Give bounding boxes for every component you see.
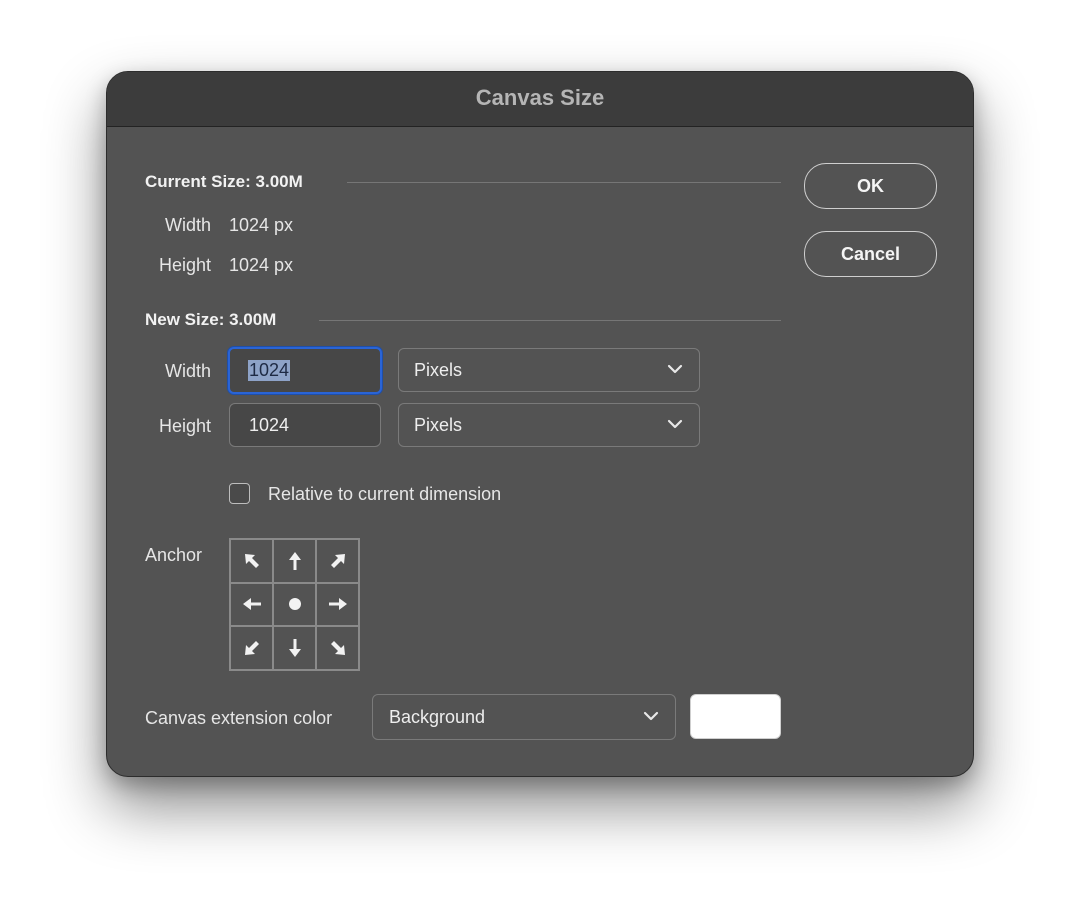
cancel-button[interactable]: Cancel xyxy=(804,231,937,277)
arrow-right-icon xyxy=(328,598,347,611)
width-unit-value: Pixels xyxy=(414,359,463,380)
anchor-grid xyxy=(229,538,360,671)
current-height-value: 1024 px xyxy=(229,255,294,275)
new-size-divider xyxy=(319,320,781,321)
color-swatch[interactable] xyxy=(690,694,781,739)
anchor-bottom[interactable] xyxy=(273,626,316,670)
relative-checkbox-label[interactable]: Relative to current dimension xyxy=(268,484,501,505)
anchor-top-right[interactable] xyxy=(316,539,359,583)
new-height-label: Height xyxy=(158,416,211,436)
current-height-label: Height xyxy=(158,255,211,275)
height-unit-select[interactable]: Pixels xyxy=(398,403,700,447)
chevron-down-icon xyxy=(667,364,683,374)
arrow-down-right-icon xyxy=(330,641,345,656)
current-width-label: Width xyxy=(164,215,211,235)
dot-icon xyxy=(288,598,301,611)
chevron-down-icon xyxy=(643,711,659,721)
canvas-size-dialog: Canvas Size Current Size: 3.00M Width 10… xyxy=(106,71,974,777)
relative-checkbox[interactable] xyxy=(229,483,250,504)
anchor-label: Anchor xyxy=(145,545,203,565)
arrow-up-icon xyxy=(288,551,301,570)
extension-color-label: Canvas extension color xyxy=(145,708,333,728)
width-input-value: 1024 xyxy=(248,360,291,381)
new-size-heading: New Size: 3.00M xyxy=(145,310,277,329)
anchor-center[interactable] xyxy=(273,582,316,627)
arrow-down-left-icon xyxy=(244,641,259,656)
title-bar[interactable]: Canvas Size xyxy=(107,72,973,127)
height-input-value: 1024 xyxy=(249,414,290,435)
anchor-top-left[interactable] xyxy=(230,539,273,583)
chevron-down-icon xyxy=(667,419,683,429)
arrow-down-icon xyxy=(288,639,301,658)
current-size-heading: Current Size: 3.00M xyxy=(145,172,303,191)
new-width-label: Width xyxy=(164,361,211,381)
current-width-value: 1024 px xyxy=(229,215,294,235)
anchor-right[interactable] xyxy=(316,582,359,627)
dialog-title: Canvas Size xyxy=(475,85,605,110)
arrow-up-left-icon xyxy=(244,553,259,568)
current-size-divider xyxy=(347,182,781,183)
height-input[interactable]: 1024 xyxy=(229,403,381,447)
ok-button[interactable]: OK xyxy=(804,163,937,209)
anchor-left[interactable] xyxy=(230,582,273,627)
extension-color-value: Background xyxy=(389,706,486,727)
height-unit-value: Pixels xyxy=(414,414,463,435)
anchor-bottom-right[interactable] xyxy=(316,626,359,670)
anchor-bottom-left[interactable] xyxy=(230,626,273,670)
arrow-left-icon xyxy=(242,598,261,611)
anchor-top[interactable] xyxy=(273,539,316,583)
arrow-up-right-icon xyxy=(330,553,345,568)
extension-color-select[interactable]: Background xyxy=(372,694,676,740)
width-input[interactable]: 1024 xyxy=(228,347,382,394)
width-unit-select[interactable]: Pixels xyxy=(398,348,700,392)
